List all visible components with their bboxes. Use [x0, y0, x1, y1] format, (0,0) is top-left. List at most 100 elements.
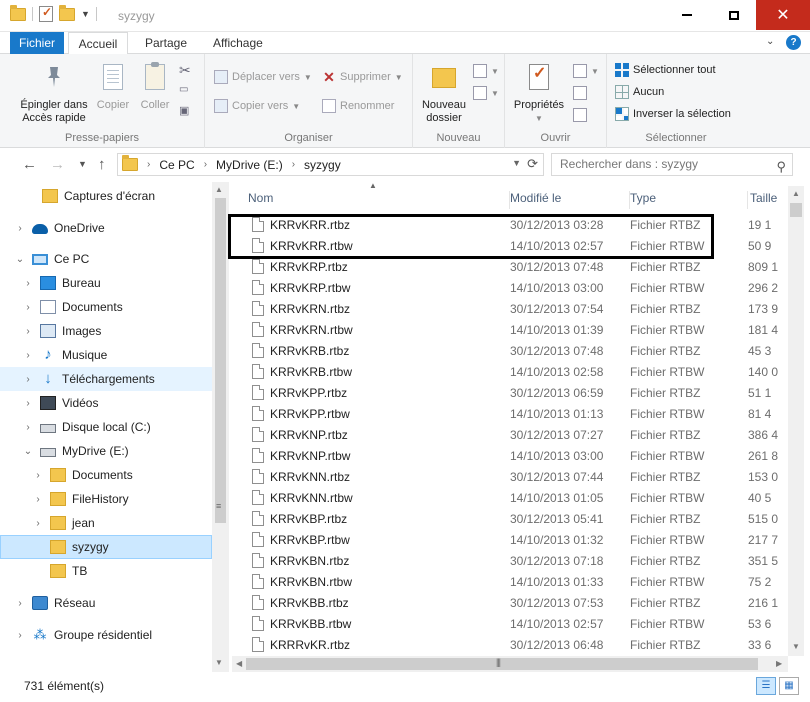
expand-chevron-icon[interactable]: ›	[22, 398, 34, 409]
nav-item-onedrive[interactable]: › OneDrive	[0, 216, 212, 240]
expand-chevron-icon[interactable]: ›	[14, 223, 26, 234]
file-row[interactable]: KRRvKBB.rtbw 14/10/2013 02:57 Fichier RTBW…	[232, 613, 788, 634]
collapse-chevron-icon[interactable]: ⌄	[22, 446, 34, 457]
rename-button[interactable]: Renommer	[322, 97, 394, 115]
tab-file[interactable]: Fichier	[10, 32, 64, 54]
expand-chevron-icon[interactable]: ›	[14, 598, 26, 609]
collapse-chevron-icon[interactable]: ⌄	[14, 254, 26, 265]
expand-chevron-icon[interactable]: ›	[32, 470, 44, 481]
file-row[interactable]: KRRvKRR.rtbz 30/12/2013 03:28 Fichier RTBZ…	[232, 214, 788, 235]
nav-item-this-pc[interactable]: ⌄ Ce PC	[0, 247, 212, 271]
cut-icon[interactable]: ✂	[179, 62, 191, 79]
copy-to-button[interactable]: Copier vers ▼	[214, 97, 300, 115]
file-row[interactable]: KRRvKPP.rtbw 14/10/2013 01:13 Fichier RTBW…	[232, 403, 788, 424]
expand-chevron-icon[interactable]: ›	[32, 518, 44, 529]
select-all-button[interactable]: Sélectionner tout	[615, 61, 716, 79]
nav-item-filehistory[interactable]: › FileHistory	[0, 487, 212, 511]
new-folder-icon[interactable]	[59, 4, 75, 21]
nav-item-videos[interactable]: › Vidéos	[0, 391, 212, 415]
expand-chevron-icon[interactable]: ›	[22, 326, 34, 337]
expand-chevron-icon[interactable]: ›	[22, 350, 34, 361]
history-button[interactable]	[573, 106, 587, 124]
nav-item-pictures[interactable]: › Images	[0, 319, 212, 343]
nav-item-documents[interactable]: › Documents	[0, 295, 212, 319]
column-header-name[interactable]: Nom	[248, 191, 510, 209]
pin-quick-access-button[interactable]: Épingler dans Accès rapide	[16, 62, 92, 125]
copy-button[interactable]: Copier	[94, 62, 132, 112]
scroll-up-icon[interactable]: ▲	[792, 189, 800, 198]
nav-item-tb[interactable]: TB	[0, 559, 212, 583]
file-list-vertical-scrollbar[interactable]: ▲ ▼	[788, 186, 804, 656]
recent-locations-icon[interactable]: ▼	[78, 159, 87, 169]
file-row[interactable]: KRRvKNP.rtbw 14/10/2013 03:00 Fichier RTBW…	[232, 445, 788, 466]
navigation-scrollbar[interactable]: ▲ ≡ ▼	[212, 182, 229, 672]
breadcrumb-separator-icon[interactable]: ›	[292, 159, 295, 170]
breadcrumb-syzygy[interactable]: syzygy	[304, 158, 341, 172]
scroll-down-icon[interactable]: ▼	[215, 658, 223, 667]
paste-button[interactable]: Coller	[136, 62, 174, 112]
file-list-horizontal-scrollbar[interactable]: ◀ ||| ▶	[232, 656, 788, 672]
customize-toolbar-icon[interactable]: ▼	[81, 9, 90, 19]
address-dropdown-icon[interactable]: ▼	[512, 158, 521, 168]
file-row[interactable]: KRRvKRR.rtbw 14/10/2013 02:57 Fichier RTBW…	[232, 235, 788, 256]
close-button[interactable]: ✕	[756, 0, 810, 30]
back-arrow-icon[interactable]: ←	[22, 156, 37, 173]
large-icons-view-button[interactable]: ▦	[779, 677, 799, 695]
scroll-thumb[interactable]	[790, 203, 802, 217]
nav-item-local-disk[interactable]: › Disque local (C:)	[0, 415, 212, 439]
file-row[interactable]: KRRvKNN.rtbz 30/12/2013 07:44 Fichier RTBZ…	[232, 466, 788, 487]
tab-share[interactable]: Partage	[135, 32, 197, 54]
help-icon[interactable]: ?	[786, 35, 801, 50]
expand-chevron-icon[interactable]: ›	[32, 494, 44, 505]
file-row[interactable]: KRRvKRB.rtbw 14/10/2013 02:58 Fichier RTBW…	[232, 361, 788, 382]
move-to-button[interactable]: Déplacer vers ▼	[214, 68, 312, 86]
file-row[interactable]: KRRvKNP.rtbz 30/12/2013 07:27 Fichier RTBZ…	[232, 424, 788, 445]
new-item-button[interactable]: ▼	[473, 62, 499, 80]
address-bar[interactable]: › Ce PC › MyDrive (E:) › syzygy ▼ ⟳	[117, 153, 544, 176]
scroll-right-icon[interactable]: ▶	[776, 659, 782, 668]
file-row[interactable]: KRRvKRP.rtbw 14/10/2013 03:00 Fichier RTBW…	[232, 277, 788, 298]
invert-selection-button[interactable]: Inverser la sélection	[615, 105, 731, 123]
column-header-size[interactable]: Taille	[750, 191, 790, 209]
expand-chevron-icon[interactable]: ›	[22, 302, 34, 313]
file-row[interactable]: KRRvKRB.rtbz 30/12/2013 07:48 Fichier RTBZ…	[232, 340, 788, 361]
paste-shortcut-icon[interactable]: ▣	[179, 104, 189, 117]
nav-item-music[interactable]: › ♪ Musique	[0, 343, 212, 367]
minimize-button[interactable]	[664, 0, 710, 30]
breadcrumb-this-pc[interactable]: Ce PC	[159, 158, 194, 172]
file-row[interactable]: KRRvKBB.rtbz 30/12/2013 07:53 Fichier RTBZ…	[232, 592, 788, 613]
file-row[interactable]: KRRRvKR.rtbz 30/12/2013 06:48 Fichier RTBZ…	[232, 634, 788, 655]
scroll-down-icon[interactable]: ▼	[792, 642, 800, 651]
file-row[interactable]: KRRvKBN.rtbw 14/10/2013 01:33 Fichier RTBW…	[232, 571, 788, 592]
file-row[interactable]: KRRvKBP.rtbw 14/10/2013 01:32 Fichier RTBW…	[232, 529, 788, 550]
new-folder-button[interactable]: Nouveau dossier	[419, 62, 469, 125]
details-view-button[interactable]: ☰	[756, 677, 776, 695]
breadcrumb-separator-icon[interactable]: ›	[147, 159, 150, 170]
expand-chevron-icon[interactable]: ›	[22, 278, 34, 289]
maximize-button[interactable]	[711, 0, 757, 30]
tab-view[interactable]: Affichage	[203, 32, 273, 54]
open-button[interactable]: ▼	[573, 62, 599, 80]
ribbon-collapse-icon[interactable]: ⌄	[766, 36, 774, 47]
scroll-left-icon[interactable]: ◀	[236, 659, 242, 668]
select-none-button[interactable]: Aucun	[615, 83, 664, 101]
scroll-up-icon[interactable]: ▲	[215, 185, 223, 194]
nav-item-mydrive[interactable]: ⌄ MyDrive (E:)	[0, 439, 212, 463]
search-box[interactable]: Rechercher dans : syzygy ⚲	[551, 153, 793, 176]
scroll-thumb[interactable]	[215, 198, 226, 523]
breadcrumb-separator-icon[interactable]: ›	[204, 159, 207, 170]
nav-item-desktop[interactable]: › Bureau	[0, 271, 212, 295]
nav-item-jean[interactable]: › jean	[0, 511, 212, 535]
properties-button[interactable]: Propriétés ▼	[511, 62, 567, 125]
up-arrow-icon[interactable]: ↑	[98, 156, 106, 173]
file-row[interactable]: KRRvKPP.rtbz 30/12/2013 06:59 Fichier RTBZ…	[232, 382, 788, 403]
refresh-icon[interactable]: ⟳	[527, 156, 538, 172]
forward-arrow-icon[interactable]: →	[50, 156, 65, 173]
file-row[interactable]: KRRvKNN.rtbw 14/10/2013 01:05 Fichier RTBW…	[232, 487, 788, 508]
file-row[interactable]: KRRvKRN.rtbz 30/12/2013 07:54 Fichier RTBZ…	[232, 298, 788, 319]
file-row[interactable]: KRRvKRP.rtbz 30/12/2013 07:48 Fichier RTBZ…	[232, 256, 788, 277]
delete-button[interactable]: ✕ Supprimer ▼	[322, 68, 403, 86]
expand-chevron-icon[interactable]: ›	[14, 630, 26, 641]
file-row[interactable]: KRRvKBN.rtbz 30/12/2013 07:18 Fichier RTBZ…	[232, 550, 788, 571]
file-row[interactable]: KRRvKRN.rtbw 14/10/2013 01:39 Fichier RTBW…	[232, 319, 788, 340]
